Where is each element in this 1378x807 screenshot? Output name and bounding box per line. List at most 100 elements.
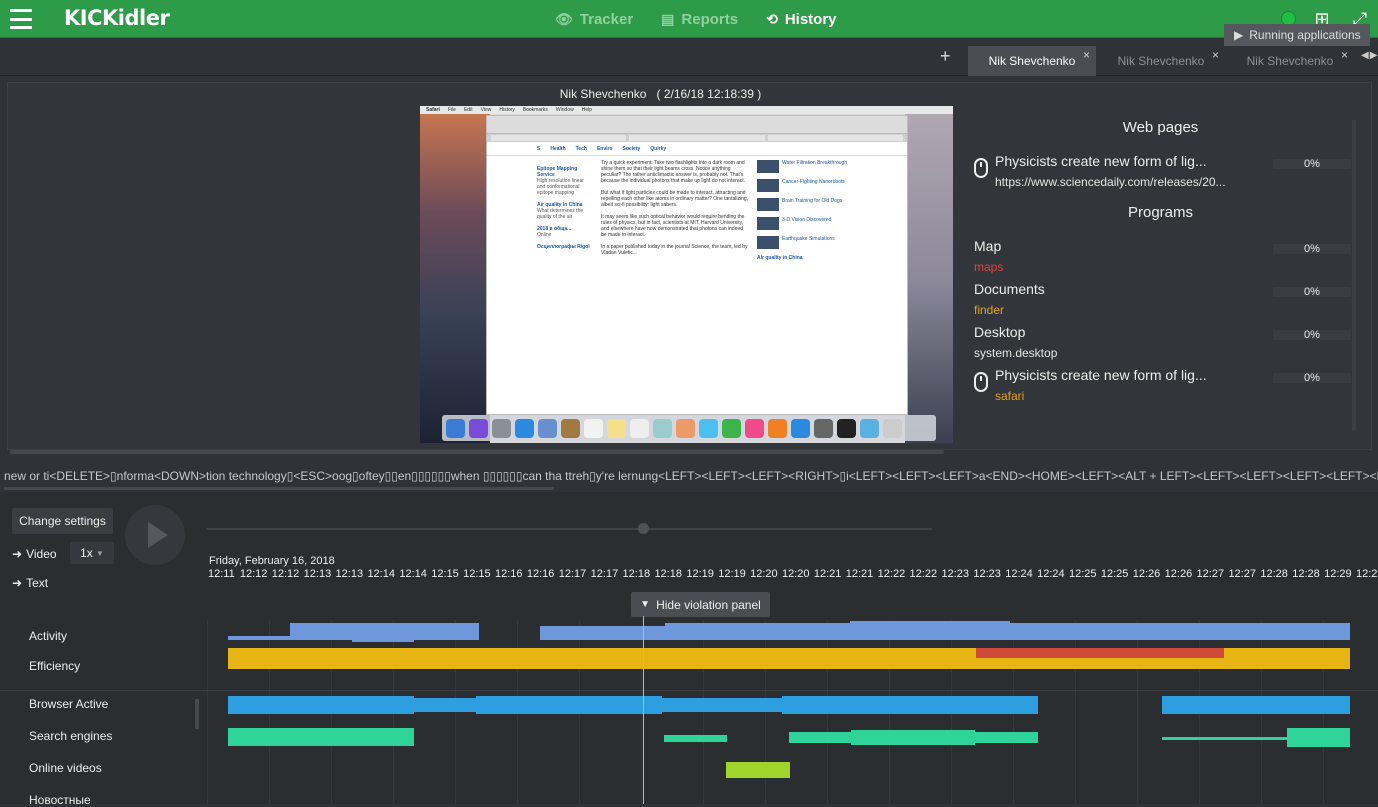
timeline-bar-segment[interactable] [664,735,727,742]
program-item[interactable]: Map maps 0% [971,238,1356,278]
timeline-bar-segment[interactable] [290,733,414,741]
timeline-bar-segment[interactable] [414,698,476,712]
timeline-bar-segment[interactable] [789,732,851,743]
timeline-tick: 12:21 [813,568,842,580]
page-related: Water Filtration Breakthrough Cancer-Figh… [757,160,848,261]
timeline-bar-segment[interactable] [975,732,1038,743]
history-icon: ⟲ [766,10,778,27]
video-label: Video [26,547,57,561]
timeline-bar-segment[interactable] [290,623,352,640]
percent-bar: 0% [1273,244,1351,255]
hide-violation-panel-button[interactable]: ▼ Hide violation panel [631,592,770,617]
program-item[interactable]: Documents finder 0% [971,281,1356,321]
tab-label: Nik Shevchenko [1117,54,1205,68]
programs-heading: Programs [1127,204,1194,221]
timeline-bar-segment[interactable] [665,623,850,640]
speed-select[interactable]: 1x ▼ [70,542,114,564]
timeline-bar-segment[interactable] [1162,696,1350,714]
tab-scroll-arrows-icon[interactable]: ◀▶ [1361,50,1378,61]
program-item[interactable]: Physicists create new form of lig... saf… [971,367,1356,407]
tab-label: Nik Shevchenko [1246,54,1334,68]
timeline-bar-segment[interactable] [726,762,790,778]
timeline-bar-segment[interactable] [662,698,782,712]
change-settings-button[interactable]: Change settings [12,508,113,534]
timeline-bar-segment[interactable] [228,648,976,669]
timeline-tick: 12:26 [1132,568,1161,580]
timeline-bar-segment[interactable] [976,658,1224,669]
nav-reports-label: Reports [681,10,739,28]
desktop-screenshot[interactable]: Safari File Edit View History Bookmarks Window… [420,106,953,443]
zoom-slider-track[interactable] [206,528,932,530]
viewer-user: Nik Shevchenko [559,87,647,101]
timeline-bar-segment[interactable] [782,696,1038,714]
row-label-online-videos: Online videos [29,761,102,775]
timeline-bar-segment[interactable] [976,648,1224,658]
timeline-bar-segment[interactable] [540,626,665,640]
timeline-bar-segment[interactable] [228,696,414,714]
keylog-scrollbar[interactable] [4,487,554,490]
timeline-tick: 12:27 [1228,568,1256,580]
mac-menubar: Safari File Edit View History Bookmarks Window… [420,106,953,114]
timeline-tick: 12:21 [845,568,874,580]
close-icon[interactable]: × [1341,48,1348,62]
timeline-tick: 12:11 [208,568,235,580]
timeline-tick: 12:20 [750,568,778,580]
tab-user-3[interactable]: Nik Shevchenko × [1226,46,1354,76]
running-applications-button[interactable]: ▶ Running applications [1224,24,1370,46]
timeline-bar-segment[interactable] [1224,648,1350,669]
web-page-item[interactable]: Physicists create new form of lig... htt… [971,153,1356,193]
timeline-bar-segment[interactable] [1162,737,1287,740]
nav-tracker[interactable]: 👁 Tracker [555,11,633,28]
running-apps-label: Running applications [1249,28,1361,42]
add-tab-button[interactable]: + [940,46,951,67]
wallpaper [420,114,490,443]
timeline-tick: 12:19 [718,568,746,580]
timeline-tick: 12:16 [526,568,555,580]
text-toggle[interactable]: ➜ Text [12,576,48,590]
playhead-line[interactable] [643,616,644,804]
top-bar: KICKidler 👁 Tracker ▤ Reports ⟲ History ⊞ ⤢ [0,0,1378,38]
timeline-tick: 12:15 [431,568,459,580]
timeline-bar-segment[interactable] [414,623,479,640]
program-process: safari [995,389,1025,403]
program-title: Desktop [974,324,1026,340]
timeline-bar-segment[interactable] [476,696,662,714]
timeline-bar-segment[interactable] [1287,728,1350,747]
timeline-tick: 12:14 [399,568,427,580]
timeline-bar-segment[interactable] [228,636,290,640]
program-item[interactable]: Desktop system.desktop 0% [971,324,1356,364]
browser-tabs [487,134,907,142]
nav-history[interactable]: ⟲ History [766,11,836,28]
zoom-slider-knob[interactable] [638,523,649,534]
browser-window: S Health Tech Enviro Society Quirky Epitope M… [486,115,908,415]
browser-site-nav: S Health Tech Enviro Society Quirky [487,142,907,156]
viewer-scrollbar[interactable] [10,450,944,454]
tabs-bar: + Nik Shevchenko × Nik Shevchenko × Nik Sh… [0,38,1378,76]
close-icon[interactable]: × [1212,48,1219,62]
program-process: finder [974,303,1005,317]
tab-user-1[interactable]: Nik Shevchenko × [968,46,1096,76]
eye-icon: 👁 [555,10,573,27]
rows-scrollbar[interactable] [195,699,199,729]
video-toggle[interactable]: ➜ Video [12,547,57,561]
mouse-icon [974,372,988,392]
speed-value: 1x [80,546,93,560]
timeline-tick: 12:15 [463,568,491,580]
timeline-tick: 12:28 [1292,568,1320,580]
activity-panel: Web pages Physicists create new form of … [963,113,1358,443]
play-button[interactable] [125,505,185,565]
timeline-bar-segment[interactable] [1010,623,1350,640]
timeline-bar-segment[interactable] [851,730,975,745]
nav-reports[interactable]: ▤ Reports [661,11,738,28]
page-sidebar: Epitope Mapping Service High resolution l… [537,166,590,250]
tab-user-2[interactable]: Nik Shevchenko × [1097,46,1225,76]
timeline-bar-segment[interactable] [850,621,1010,640]
web-page-url: https://www.sciencedaily.com/releases/20… [995,175,1226,189]
timeline-tick: 12:28 [1260,568,1288,580]
panel-scrollbar[interactable] [1352,120,1356,430]
grid-line [207,620,208,804]
timeline-bar-segment[interactable] [352,623,414,642]
close-icon[interactable]: × [1083,48,1090,62]
menu-icon[interactable] [10,9,32,29]
percent-bar: 0% [1273,159,1351,170]
